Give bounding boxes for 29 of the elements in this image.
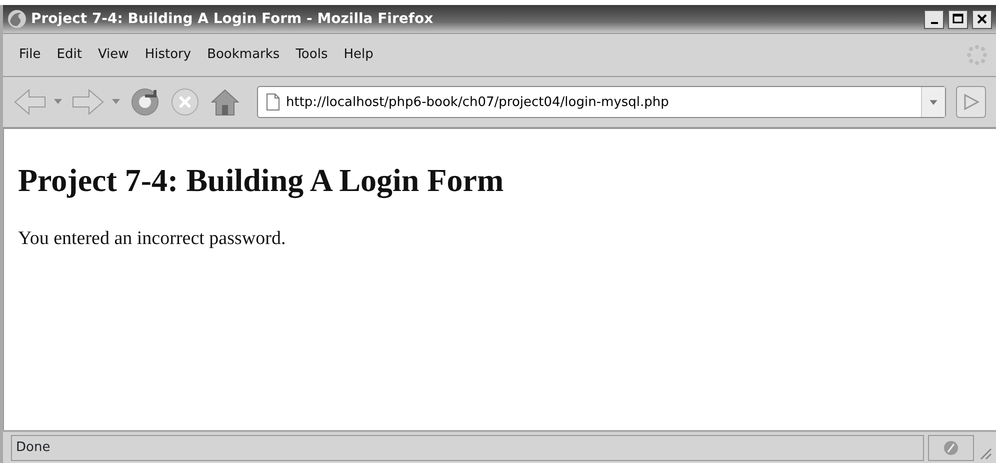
- throbber-icon: [966, 44, 988, 66]
- firefox-logo-icon: [7, 9, 27, 29]
- minimize-button[interactable]: [924, 10, 944, 28]
- address-field[interactable]: http://localhost/php6-book/ch07/project04/login-mysql.php: [280, 88, 921, 116]
- menu-item[interactable]: History: [136, 45, 200, 65]
- menu-item[interactable]: Edit: [48, 45, 90, 65]
- menu-item[interactable]: Tools: [288, 45, 336, 65]
- maximize-button[interactable]: [948, 10, 968, 28]
- menu-item[interactable]: Bookmarks: [199, 45, 288, 65]
- close-button[interactable]: [972, 10, 992, 28]
- caret-icon: [53, 99, 63, 105]
- message-text: You entered an incorrect password.: [18, 227, 287, 252]
- close-icon: [975, 12, 989, 26]
- resize-grip-icon[interactable]: [978, 446, 992, 460]
- status-icon: [943, 440, 959, 456]
- address-bar[interactable]: http://localhost/php6-book/ch07/project04/login-mysql.php: [257, 86, 946, 118]
- menu-item[interactable]: File: [11, 45, 49, 65]
- go-button[interactable]: [956, 86, 986, 118]
- menu-item[interactable]: View: [90, 45, 137, 65]
- menu-item[interactable]: Help: [336, 45, 382, 65]
- status-text: Done: [11, 435, 924, 461]
- window-title: Project 7-4: Building A Login Form - Mozilla Firefox: [31, 10, 434, 28]
- dropdown-icon[interactable]: [921, 87, 945, 117]
- page-heading: Project 7-4: Building A Login Form: [18, 161, 505, 200]
- reload-button[interactable]: [129, 86, 161, 118]
- caret-icon: [111, 99, 121, 105]
- maximize-icon: [951, 12, 965, 26]
- minimize-icon: [930, 22, 938, 24]
- page-icon: [266, 93, 280, 111]
